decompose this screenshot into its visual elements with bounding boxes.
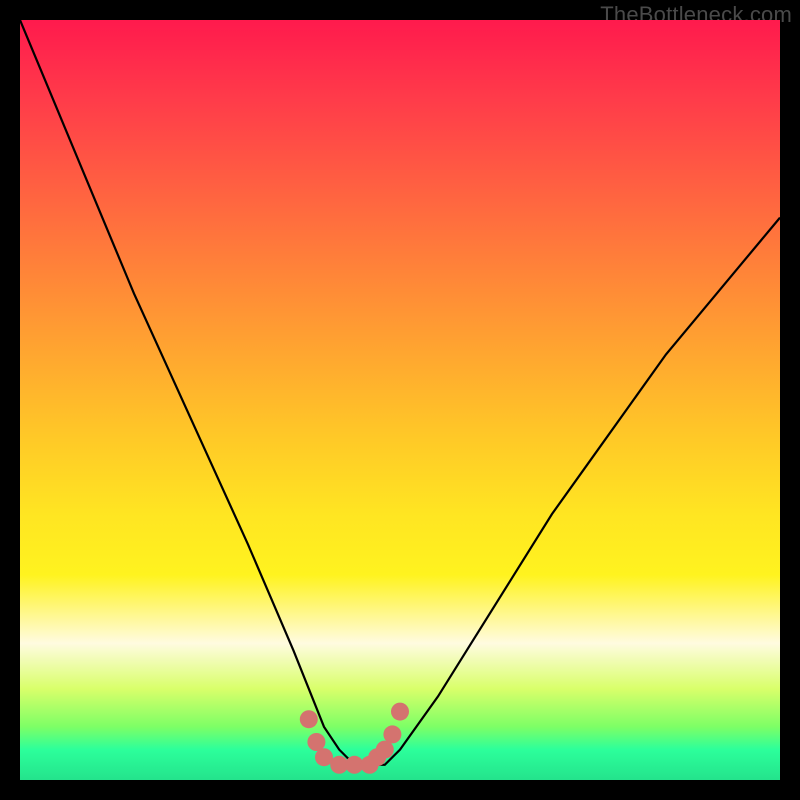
- plot-svg: [20, 20, 780, 780]
- bottom-dot: [383, 725, 401, 743]
- bottleneck-curve: [20, 20, 780, 765]
- bottom-dots-group: [300, 703, 409, 774]
- bottom-dot: [300, 710, 318, 728]
- chart-stage: TheBottleneck.com: [0, 0, 800, 800]
- plot-area: [20, 20, 780, 780]
- bottom-dot: [391, 703, 409, 721]
